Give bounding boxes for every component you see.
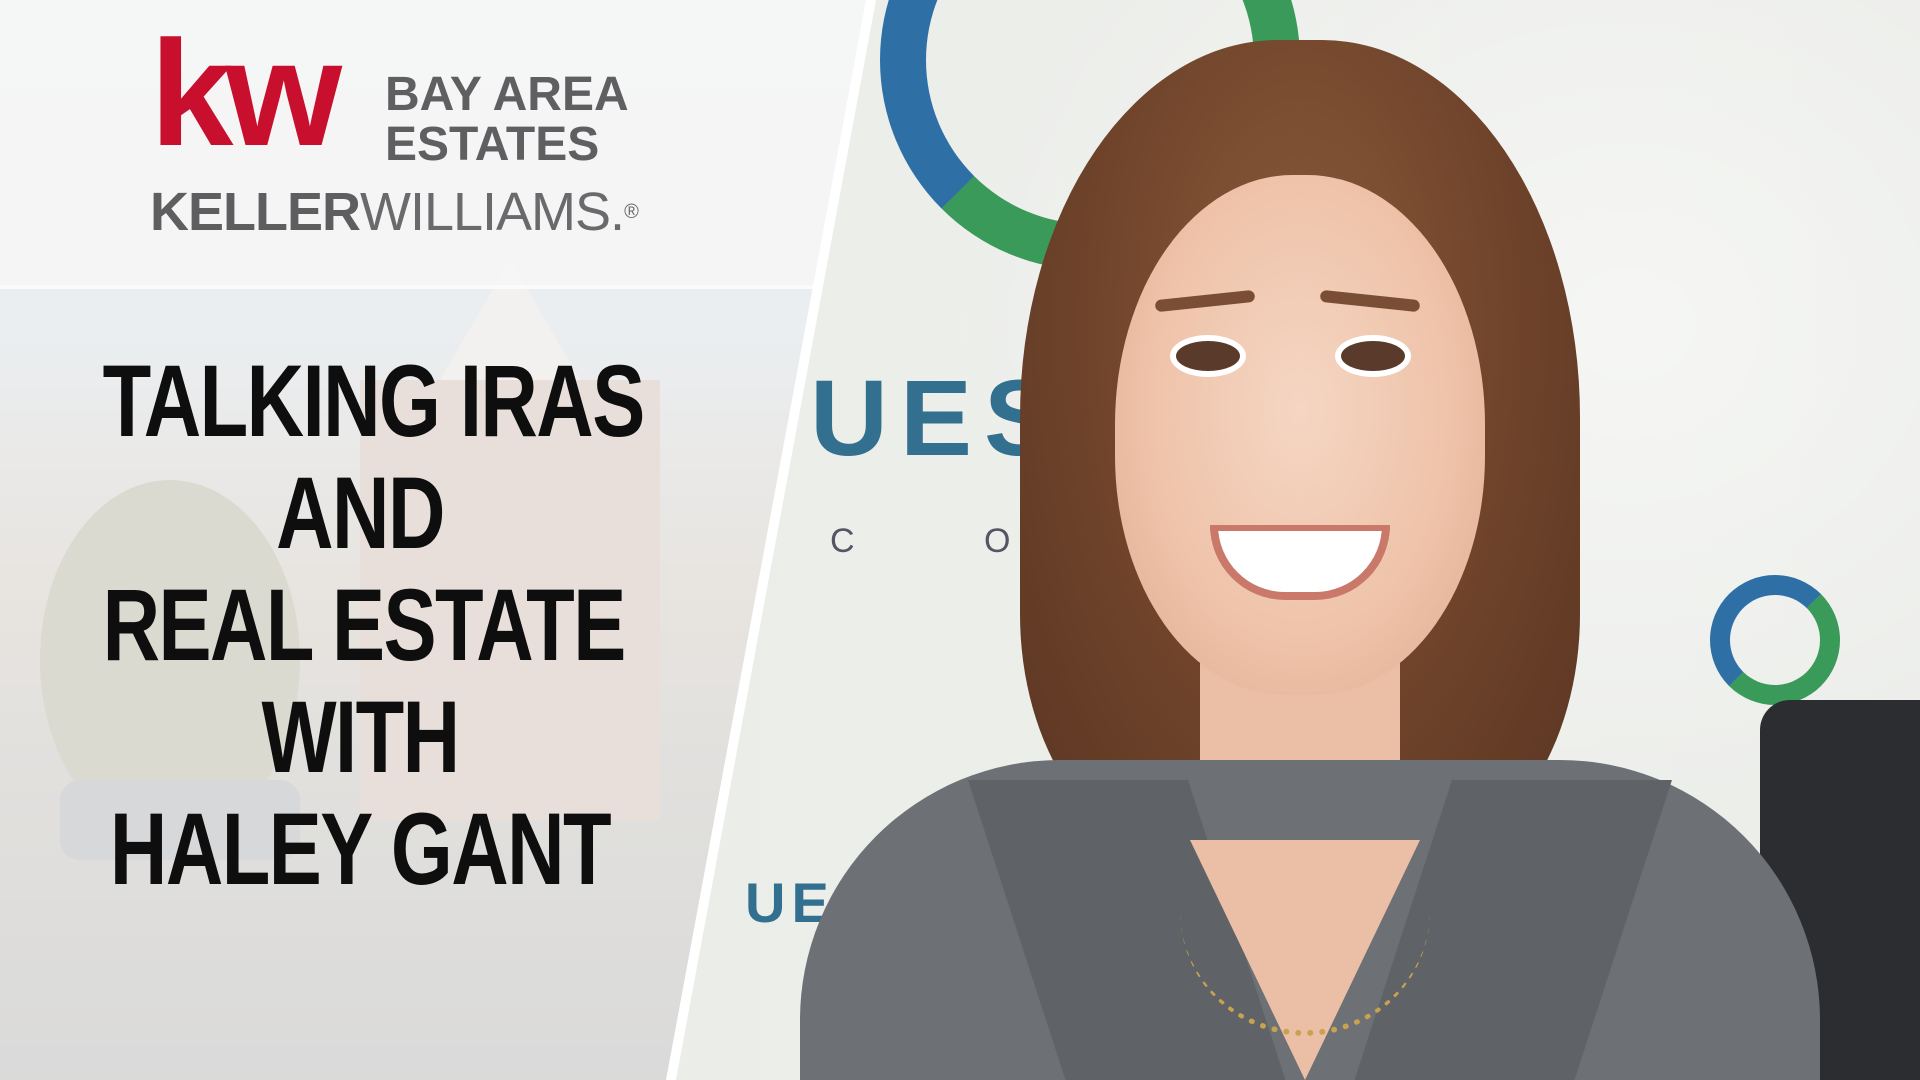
wordmark-williams: WILLIAMS. bbox=[360, 182, 625, 242]
office-name-line1: BAY AREA bbox=[385, 68, 629, 121]
title-line-3: REAL ESTATE bbox=[102, 568, 627, 682]
logo-band-edge bbox=[0, 285, 870, 289]
company-logo-small bbox=[1710, 575, 1840, 705]
video-title: TALKING IRAS AND REAL ESTATE WITH HALEY … bbox=[102, 344, 646, 906]
title-line-5: HALEY GANT bbox=[109, 792, 612, 906]
kw-logo-mark: kw bbox=[150, 9, 342, 177]
speaker-face bbox=[1115, 175, 1485, 695]
title-line-2: AND bbox=[276, 456, 445, 570]
wordmark-keller: KELLER bbox=[150, 182, 361, 242]
title-line-4: WITH bbox=[261, 680, 460, 794]
registered-mark: ® bbox=[624, 201, 639, 223]
office-name: BAY AREA ESTATES bbox=[385, 70, 629, 170]
speaker-eye-right bbox=[1335, 335, 1411, 377]
speaker-eye-left bbox=[1170, 335, 1246, 377]
office-name-line2: ESTATES bbox=[385, 118, 600, 171]
keller-williams-wordmark: KELLERWILLIAMS.® bbox=[150, 182, 639, 242]
title-line-1: TALKING IRAS bbox=[102, 344, 646, 458]
